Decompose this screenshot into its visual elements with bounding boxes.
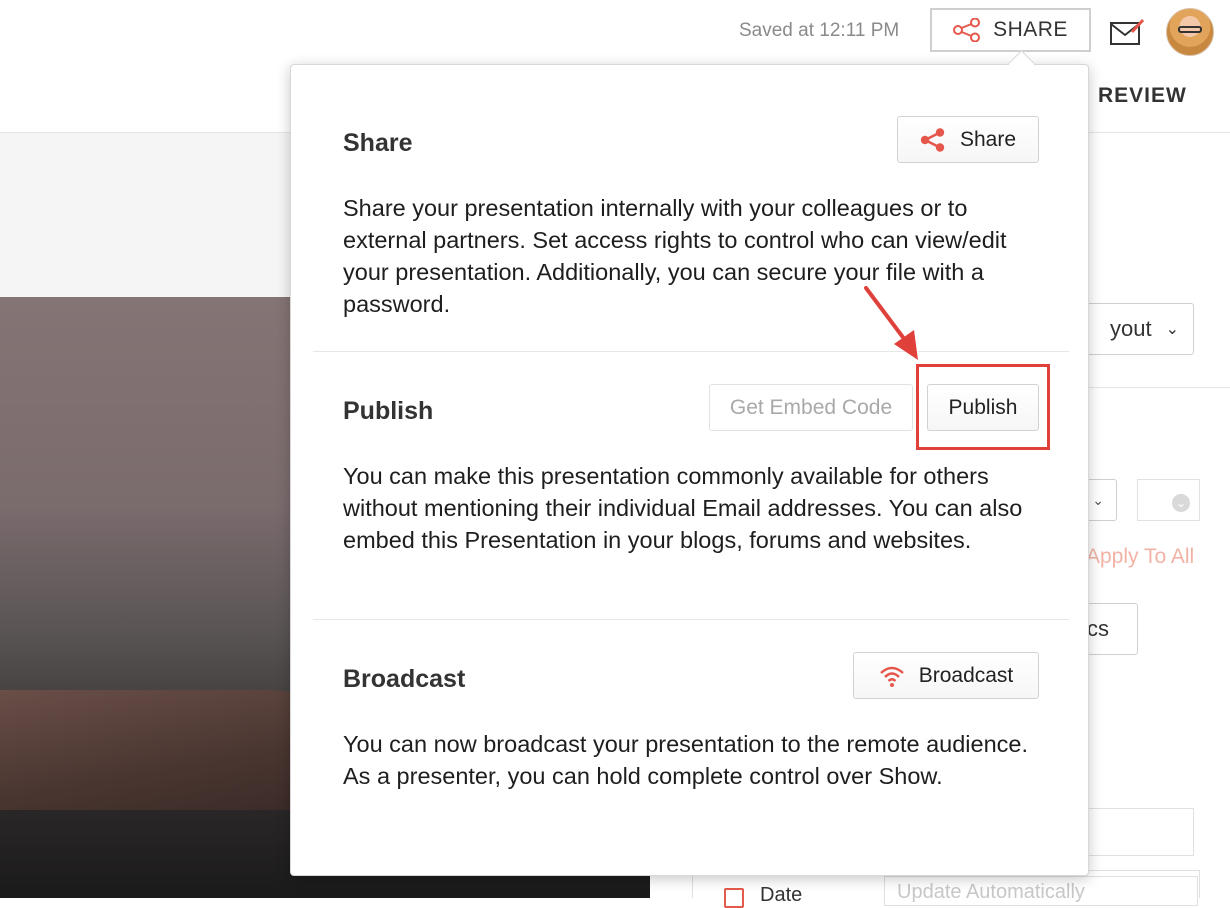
share-button-label: Share [959,127,1017,151]
share-top-label: SHARE [993,18,1068,41]
top-bar: Saved at 12:11 PM SHARE [0,0,1230,64]
layout-button-label: yout [1110,316,1152,341]
date-label: Date [760,884,803,906]
share-button[interactable]: Share [897,116,1039,163]
annotation-highlight-box [916,364,1050,450]
apply-to-all-link[interactable]: Apply To All [1086,545,1194,569]
avatar[interactable] [1166,8,1214,56]
chevron-down-icon: ⌄ [1092,492,1104,508]
broadcast-button-label: Broadcast [918,663,1014,687]
share-icon [920,127,945,152]
section-divider [313,351,1069,352]
chevron-down-icon: ⌄ [1165,321,1179,338]
share-icon [953,18,981,42]
share-top-button[interactable]: SHARE [930,8,1091,52]
broadcast-section-title: Broadcast [343,665,466,693]
get-embed-code-label: Get Embed Code [729,395,893,419]
broadcast-description: You can now broadcast your presentation … [343,731,1028,789]
panel-number-input[interactable]: ⌄ [1137,479,1200,521]
share-popover: Share Share Share your presentation inte… [290,64,1089,876]
share-section-title: Share [343,129,413,157]
section-divider [313,619,1069,620]
publish-section-title: Publish [343,397,434,425]
get-embed-code-button[interactable]: Get Embed Code [709,384,913,431]
broadcast-button[interactable]: Broadcast [853,652,1039,699]
saved-status: Saved at 12:11 PM [739,20,900,41]
publish-description: You can make this presentation commonly … [343,463,1023,553]
panel-divider [1088,387,1230,388]
tab-review[interactable]: REVIEW [1098,84,1187,108]
slide-image-shape [0,690,330,810]
annotation-arrow-icon [864,286,918,360]
update-select[interactable]: Update Automatically [884,876,1198,906]
date-checkbox[interactable] [724,888,744,908]
wifi-icon [879,666,904,687]
panel-button-label: cs [1087,616,1109,641]
mail-edit-icon[interactable] [1110,18,1144,46]
clear-icon[interactable]: ⌄ [1172,494,1190,512]
share-description: Share your presentation internally with … [343,195,1007,317]
